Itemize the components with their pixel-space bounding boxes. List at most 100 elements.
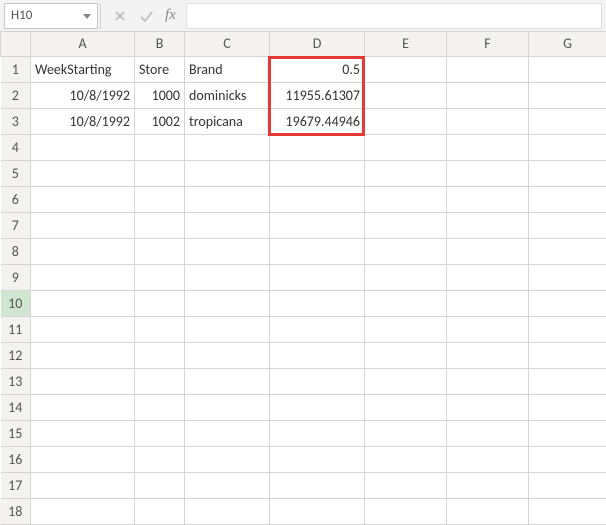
cell-C14[interactable] — [185, 394, 270, 420]
cell-G12[interactable] — [529, 342, 606, 368]
cell-A9[interactable] — [31, 264, 135, 290]
cell-B7[interactable] — [135, 212, 185, 238]
cell-D13[interactable] — [270, 368, 365, 394]
cell-G8[interactable] — [529, 238, 606, 264]
cell-B13[interactable] — [135, 368, 185, 394]
cell-C18[interactable] — [185, 498, 270, 524]
column-header-A[interactable]: A — [31, 32, 135, 56]
cell-C17[interactable] — [185, 472, 270, 498]
cell-C13[interactable] — [185, 368, 270, 394]
column-header-B[interactable]: B — [135, 32, 185, 56]
cell-G6[interactable] — [529, 186, 606, 212]
cell-E6[interactable] — [365, 186, 447, 212]
cell-A12[interactable] — [31, 342, 135, 368]
row-header-15[interactable]: 15 — [1, 420, 31, 446]
cell-D16[interactable] — [270, 446, 365, 472]
cell-G4[interactable] — [529, 134, 606, 160]
cell-E13[interactable] — [365, 368, 447, 394]
cell-D5[interactable] — [270, 160, 365, 186]
cell-G7[interactable] — [529, 212, 606, 238]
row-header-13[interactable]: 13 — [1, 368, 31, 394]
cell-A6[interactable] — [31, 186, 135, 212]
cell-D7[interactable] — [270, 212, 365, 238]
cell-B12[interactable] — [135, 342, 185, 368]
cell-A2[interactable]: 10/8/1992 — [31, 82, 135, 108]
cell-E4[interactable] — [365, 134, 447, 160]
row-header-12[interactable]: 12 — [1, 342, 31, 368]
cell-A17[interactable] — [31, 472, 135, 498]
fx-icon[interactable]: fx — [159, 7, 182, 24]
cell-F17[interactable] — [447, 472, 529, 498]
cell-G17[interactable] — [529, 472, 606, 498]
cell-C6[interactable] — [185, 186, 270, 212]
cell-B1[interactable]: Store — [135, 56, 185, 82]
column-header-D[interactable]: D — [270, 32, 365, 56]
cell-G18[interactable] — [529, 498, 606, 524]
cell-E2[interactable] — [365, 82, 447, 108]
cell-C11[interactable] — [185, 316, 270, 342]
cell-F4[interactable] — [447, 134, 529, 160]
cell-B16[interactable] — [135, 446, 185, 472]
cell-A15[interactable] — [31, 420, 135, 446]
cell-A8[interactable] — [31, 238, 135, 264]
cell-D10[interactable] — [270, 290, 365, 316]
cell-E3[interactable] — [365, 108, 447, 134]
cell-E14[interactable] — [365, 394, 447, 420]
cell-A5[interactable] — [31, 160, 135, 186]
cell-C9[interactable] — [185, 264, 270, 290]
column-header-F[interactable]: F — [447, 32, 529, 56]
cell-F10[interactable] — [447, 290, 529, 316]
cell-D9[interactable] — [270, 264, 365, 290]
cell-D14[interactable] — [270, 394, 365, 420]
cell-F9[interactable] — [447, 264, 529, 290]
cell-B14[interactable] — [135, 394, 185, 420]
cell-G1[interactable] — [529, 56, 606, 82]
cell-F3[interactable] — [447, 108, 529, 134]
row-header-18[interactable]: 18 — [1, 498, 31, 524]
cell-G14[interactable] — [529, 394, 606, 420]
cell-G10[interactable] — [529, 290, 606, 316]
dropdown-icon[interactable] — [83, 8, 91, 23]
row-header-10[interactable]: 10 — [1, 290, 31, 316]
column-header-G[interactable]: G — [529, 32, 606, 56]
cell-A7[interactable] — [31, 212, 135, 238]
cell-E18[interactable] — [365, 498, 447, 524]
cell-B15[interactable] — [135, 420, 185, 446]
row-header-4[interactable]: 4 — [1, 134, 31, 160]
cell-D15[interactable] — [270, 420, 365, 446]
cell-C5[interactable] — [185, 160, 270, 186]
cell-D4[interactable] — [270, 134, 365, 160]
cell-F12[interactable] — [447, 342, 529, 368]
cell-D6[interactable] — [270, 186, 365, 212]
cell-G15[interactable] — [529, 420, 606, 446]
cell-B3[interactable]: 1002 — [135, 108, 185, 134]
row-header-5[interactable]: 5 — [1, 160, 31, 186]
row-header-9[interactable]: 9 — [1, 264, 31, 290]
column-header-E[interactable]: E — [365, 32, 447, 56]
cell-F6[interactable] — [447, 186, 529, 212]
cell-E16[interactable] — [365, 446, 447, 472]
cell-G3[interactable] — [529, 108, 606, 134]
row-header-2[interactable]: 2 — [1, 82, 31, 108]
cell-F16[interactable] — [447, 446, 529, 472]
cell-B17[interactable] — [135, 472, 185, 498]
cell-F2[interactable] — [447, 82, 529, 108]
cell-F13[interactable] — [447, 368, 529, 394]
cell-B6[interactable] — [135, 186, 185, 212]
cell-E12[interactable] — [365, 342, 447, 368]
row-header-16[interactable]: 16 — [1, 446, 31, 472]
cell-B2[interactable]: 1000 — [135, 82, 185, 108]
cell-B4[interactable] — [135, 134, 185, 160]
cell-D1[interactable]: 0.5 — [270, 56, 365, 82]
row-header-8[interactable]: 8 — [1, 238, 31, 264]
cell-E17[interactable] — [365, 472, 447, 498]
cell-G2[interactable] — [529, 82, 606, 108]
cell-G9[interactable] — [529, 264, 606, 290]
row-header-17[interactable]: 17 — [1, 472, 31, 498]
name-box[interactable]: H10 — [4, 3, 98, 29]
cell-F1[interactable] — [447, 56, 529, 82]
cell-E5[interactable] — [365, 160, 447, 186]
cell-A4[interactable] — [31, 134, 135, 160]
cell-C1[interactable]: Brand — [185, 56, 270, 82]
cell-D12[interactable] — [270, 342, 365, 368]
